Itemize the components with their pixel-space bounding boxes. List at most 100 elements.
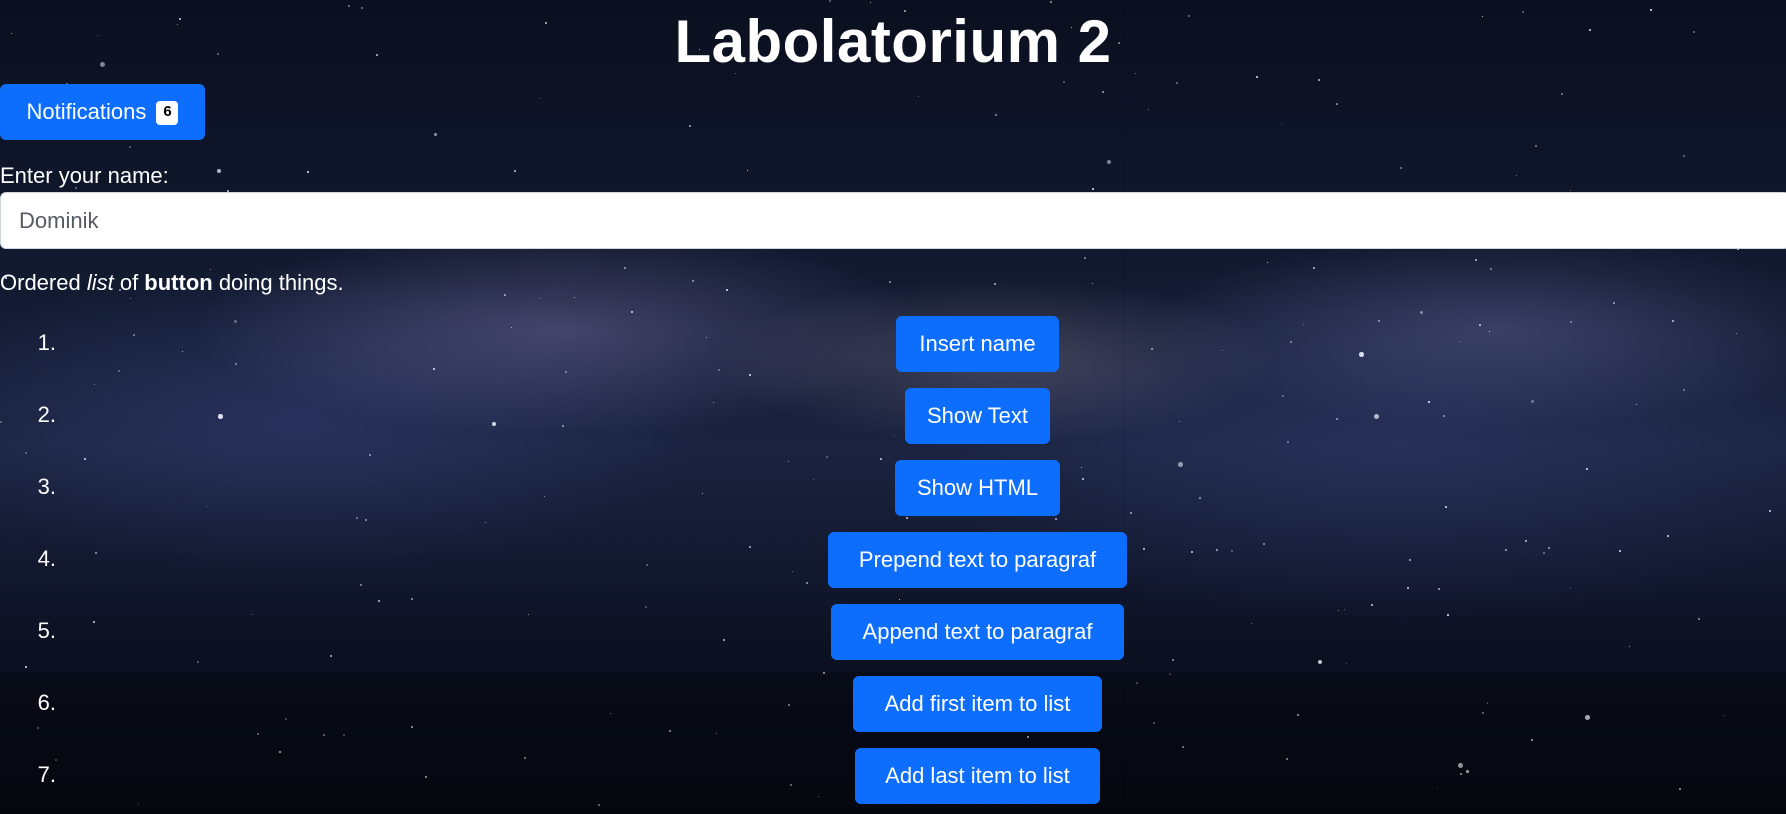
star [689,125,691,127]
star [1338,610,1340,612]
add-first-item-button[interactable]: Add first item to list [853,676,1102,732]
star [792,571,794,573]
star [1667,535,1669,537]
star [1378,320,1380,322]
star [1683,155,1685,157]
star [1438,588,1440,590]
star [889,281,891,283]
star [93,621,95,623]
star [692,280,694,282]
star [562,425,565,428]
list-number: 5. [37,618,56,643]
star [1400,167,1403,170]
star [1629,646,1631,648]
star [504,294,506,296]
star [528,614,529,615]
star [1371,604,1373,606]
star [1176,82,1178,84]
list-number: 7. [37,762,56,787]
list-number: 3. [37,474,56,499]
star [1613,302,1615,304]
star [25,452,27,454]
append-text-button[interactable]: Append text to paragraf [831,604,1124,660]
page-title: Labolatorium 2 [674,8,1112,75]
star [130,298,132,300]
show-text-button[interactable]: Show Text [905,388,1050,444]
star [1447,614,1450,617]
star [1148,109,1150,111]
intro-text-italic: list [86,270,114,295]
star [749,374,752,377]
star [899,599,901,601]
star [544,496,546,498]
star [1092,188,1094,190]
star [1698,618,1701,621]
add-last-item-button[interactable]: Add last item to list [855,748,1100,804]
star [197,661,200,664]
star [880,458,882,460]
star [747,170,749,172]
star [235,363,238,366]
star [330,655,333,658]
notifications-button[interactable]: Notifications 6 [0,84,205,140]
star [702,493,704,495]
star [1570,321,1573,324]
star [631,311,633,313]
star [1479,324,1482,327]
star [433,368,435,370]
star [1672,320,1675,323]
insert-name-button[interactable]: Insert name [896,316,1059,372]
star [1420,311,1424,315]
name-label: Enter your name: [0,163,169,188]
star [356,517,358,519]
star [540,98,542,100]
star [1619,550,1622,553]
star [94,384,96,386]
star [749,546,751,548]
star [1199,497,1201,499]
star [95,552,98,555]
prepend-text-button[interactable]: Prepend text to paragraf [828,532,1127,588]
star [1143,548,1146,551]
star [1525,540,1528,543]
star [624,267,626,269]
show-html-button[interactable]: Show HTML [895,460,1060,516]
star [1263,543,1265,545]
star [1505,549,1508,552]
star [1251,623,1253,625]
star [378,600,380,602]
star [994,283,997,286]
star [1683,389,1686,392]
star [1216,549,1219,552]
star [1191,551,1194,554]
star [906,517,909,520]
star [918,96,920,98]
name-input[interactable] [0,192,1786,249]
star [251,614,253,616]
star [365,519,368,522]
star [1179,421,1181,423]
notifications-count-badge: 6 [156,101,179,125]
list-number: 4. [37,546,56,571]
star [1428,401,1430,403]
intro-text-bold: button [144,270,213,295]
notifications-label: Notifications [26,99,147,124]
star [485,522,487,524]
star [788,461,790,463]
star [1081,467,1083,469]
star [1282,395,1284,397]
star [411,598,413,600]
star [129,146,132,149]
star [829,0,831,2]
star [713,402,715,404]
star [1281,124,1283,126]
star [1535,145,1538,148]
star [182,351,184,353]
star [1475,259,1478,262]
star [1407,587,1410,590]
star [574,297,576,299]
star [1531,400,1535,404]
star [1151,348,1154,351]
intro-text-part: of [113,270,145,295]
star [1050,1,1052,3]
